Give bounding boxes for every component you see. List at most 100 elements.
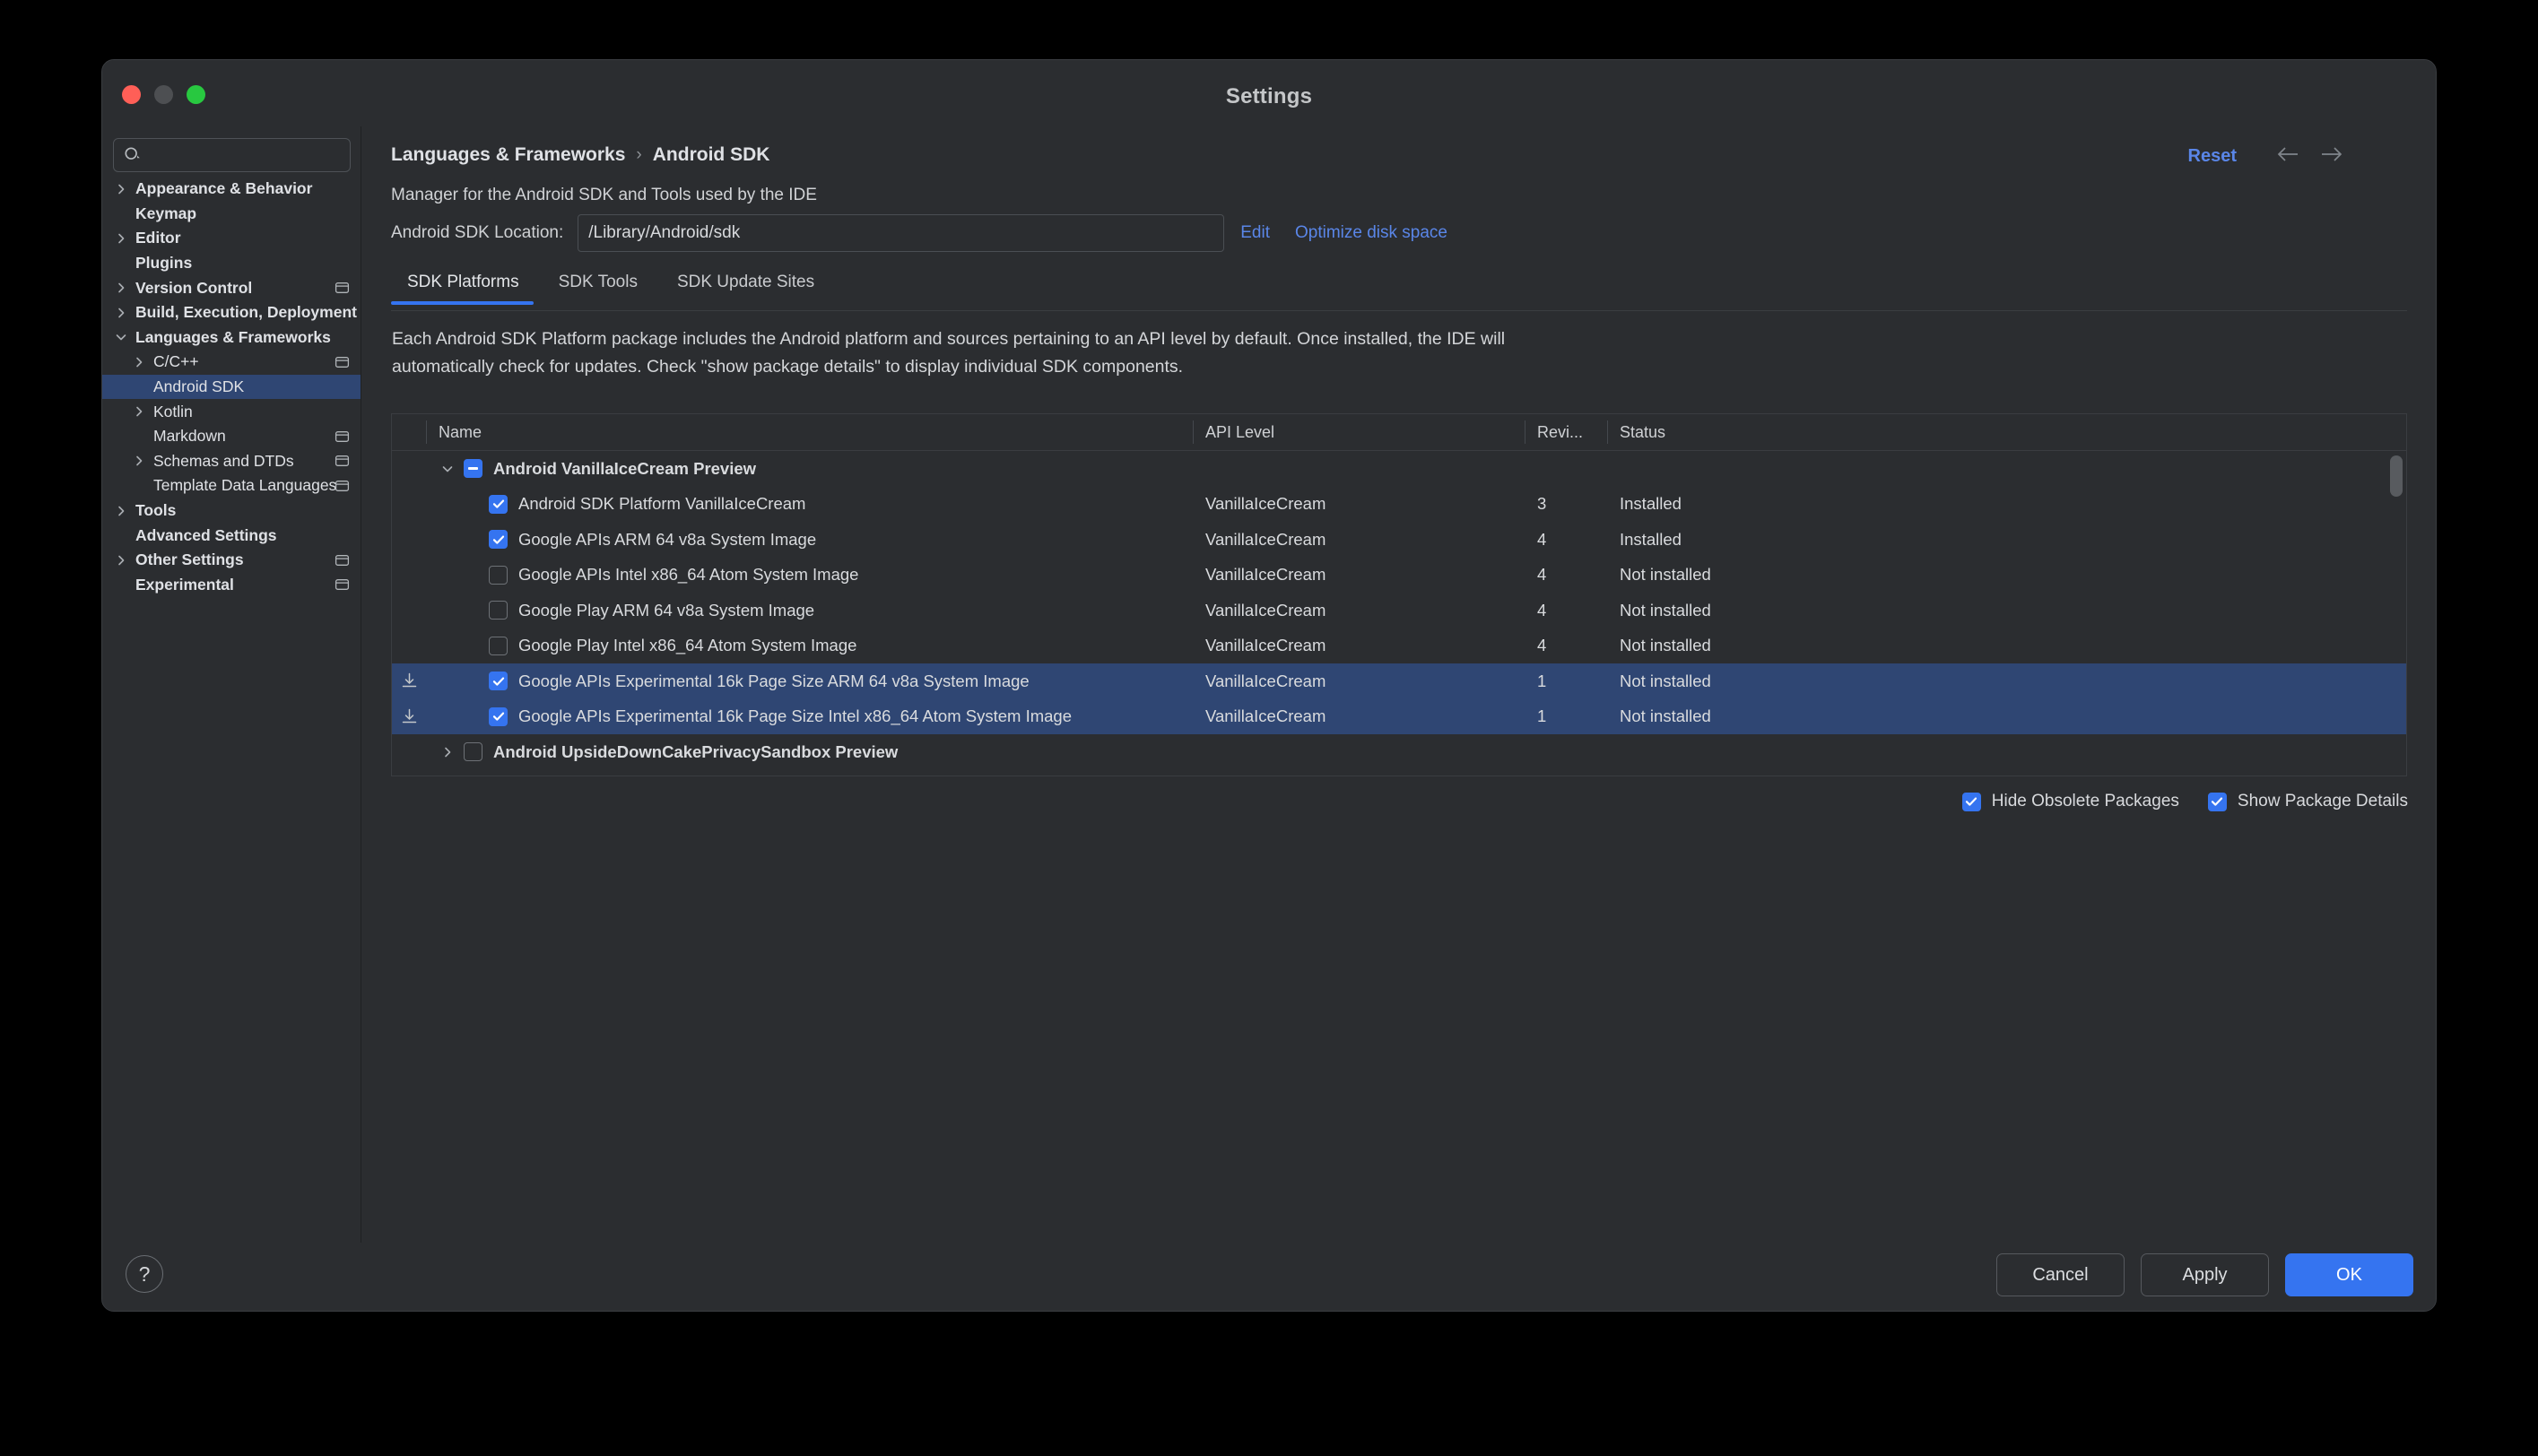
sidebar-item-label: Android SDK [153, 377, 245, 396]
table-row[interactable]: Android SDK Platform VanillaIceCream Vani… [392, 487, 2406, 523]
package-name: Android VanillaIceCream Preview [493, 458, 757, 478]
panel-window-icon [335, 281, 350, 296]
tab-sdk-tools[interactable]: SDK Tools [539, 273, 657, 304]
search-box[interactable] [113, 138, 351, 172]
row-checkbox[interactable] [489, 565, 508, 585]
row-icon-empty [392, 451, 426, 487]
option-label: Hide Obsolete Packages [1991, 792, 2179, 810]
sidebar-item-other-settings[interactable]: Other Settings [102, 548, 361, 573]
sidebar-item-plugins[interactable]: Plugins [102, 251, 361, 276]
sidebar-item-editor[interactable]: Editor [102, 226, 361, 251]
sidebar-item-template-data-languages[interactable]: Template Data Languages [102, 473, 361, 498]
table-vertical-scrollbar[interactable] [2390, 455, 2403, 497]
sidebar-item-keymap[interactable]: Keymap [102, 202, 361, 227]
breadcrumb-current: Android SDK [652, 144, 770, 165]
table-row[interactable]: Google APIs Experimental 16k Page Size I… [392, 698, 2406, 735]
sidebar-item-languages-frameworks[interactable]: Languages & Frameworks [102, 325, 361, 351]
tab-sdk-update-sites[interactable]: SDK Update Sites [657, 273, 834, 304]
help-button[interactable]: ? [126, 1255, 163, 1293]
table-row[interactable]: Google APIs Intel x86_64 Atom System Ima… [392, 558, 2406, 594]
row-checkbox[interactable] [489, 672, 508, 691]
cancel-button[interactable]: Cancel [1996, 1253, 2125, 1296]
chevron-down-icon[interactable] [113, 329, 129, 345]
sidebar-item-android-sdk[interactable]: Android SDK [102, 374, 361, 400]
cell-api-level [1193, 451, 1525, 487]
package-name: Google APIs ARM 64 v8a System Image [518, 529, 817, 549]
breadcrumb-parent[interactable]: Languages & Frameworks [391, 144, 625, 166]
reset-link[interactable]: Reset [2188, 146, 2237, 167]
row-checkbox[interactable] [489, 530, 508, 550]
option-show-package-details[interactable]: Show Package Details [2207, 792, 2408, 811]
edit-link[interactable]: Edit [1240, 223, 1270, 243]
cell-revision: 4 [1537, 600, 1547, 620]
sidebar-item-label: C/C++ [153, 352, 199, 371]
tab-sdk-platforms[interactable]: SDK Platforms [391, 273, 539, 305]
sidebar-item-schemas-and-dtds[interactable]: Schemas and DTDs [102, 449, 361, 474]
arrow-left-icon[interactable] [2276, 144, 2299, 169]
chevron-right-icon[interactable] [131, 354, 147, 370]
row-icon-empty [392, 593, 426, 628]
sdk-location-input[interactable] [578, 214, 1225, 252]
sidebar-item-kotlin[interactable]: Kotlin [102, 399, 361, 424]
cell-api-level: VanillaIceCream [1205, 529, 1326, 549]
column-icon[interactable] [392, 414, 426, 450]
sidebar-item-appearance-behavior[interactable]: Appearance & Behavior [102, 177, 361, 202]
chevron-down-icon[interactable] [439, 460, 456, 477]
row-checkbox[interactable] [489, 636, 508, 655]
cell-revision: 4 [1537, 636, 1547, 655]
optimize-disk-space-link[interactable]: Optimize disk space [1295, 223, 1447, 243]
search-input[interactable] [148, 139, 344, 171]
sidebar-item-version-control[interactable]: Version Control [102, 275, 361, 300]
panel-window-icon [335, 354, 350, 369]
sidebar-item-build-execution-deployment[interactable]: Build, Execution, Deployment [102, 300, 361, 325]
chevron-right-icon[interactable] [113, 280, 129, 296]
sidebar-item-label: Kotlin [153, 402, 193, 420]
sidebar-item-c-c[interactable]: C/C++ [102, 350, 361, 375]
row-checkbox[interactable] [464, 742, 482, 762]
table-row[interactable]: Google Play ARM 64 v8a System Image Vanil… [392, 593, 2406, 628]
no-arrow-spacer [113, 527, 129, 543]
apply-button[interactable]: Apply [2141, 1253, 2269, 1296]
table-row[interactable]: Google APIs ARM 64 v8a System Image Vanil… [392, 522, 2406, 558]
row-icon-empty [392, 522, 426, 558]
manager-description: Manager for the Android SDK and Tools us… [391, 186, 817, 204]
chevron-right-icon[interactable] [113, 552, 129, 568]
row-checkbox[interactable] [464, 459, 482, 479]
row-checkbox[interactable] [489, 494, 508, 514]
chevron-right-icon[interactable] [131, 453, 147, 469]
row-checkbox[interactable] [2207, 792, 2227, 811]
row-checkbox[interactable] [489, 706, 508, 726]
option-hide-obsolete-packages[interactable]: Hide Obsolete Packages [1961, 792, 2179, 811]
table-row[interactable]: Google APIs Experimental 16k Page Size A… [392, 663, 2406, 699]
chevron-right-icon[interactable] [131, 403, 147, 420]
download-icon[interactable] [392, 663, 426, 699]
cell-api-level [1193, 770, 1525, 776]
arrow-right-icon[interactable] [2320, 144, 2343, 169]
column-api-level[interactable]: API Level [1193, 414, 1525, 450]
download-icon[interactable] [392, 699, 426, 735]
sidebar-item-tools[interactable]: Tools [102, 498, 361, 524]
column-revision[interactable]: Revi... [1525, 414, 1607, 450]
cell-name: Google APIs Intel x86_64 Atom System Ima… [426, 558, 1193, 594]
chevron-right-icon[interactable] [113, 181, 129, 197]
column-name[interactable]: Name [426, 414, 1193, 450]
cell-status: Not installed [1620, 565, 1711, 585]
row-checkbox[interactable] [489, 601, 508, 620]
table-row[interactable]: Android 14.0 ("UpsideDownCake") [392, 770, 2406, 776]
table-row[interactable]: Android UpsideDownCakePrivacySandbox Pre… [392, 734, 2406, 770]
sdk-tabs: SDK Platforms SDK Tools SDK Update Sites [391, 273, 2407, 311]
sidebar-item-experimental[interactable]: Experimental [102, 573, 361, 598]
ok-button[interactable]: OK [2285, 1253, 2413, 1296]
table-row[interactable]: Android VanillaIceCream Preview [392, 451, 2406, 487]
row-checkbox[interactable] [1961, 792, 1981, 811]
chevron-right-icon[interactable] [113, 503, 129, 519]
chevron-right-icon[interactable] [439, 743, 456, 760]
table-row[interactable]: Google Play Intel x86_64 Atom System Ima… [392, 628, 2406, 664]
chevron-right-icon[interactable] [113, 305, 129, 321]
sidebar-item-markdown[interactable]: Markdown [102, 424, 361, 449]
no-arrow-spacer [131, 429, 147, 445]
option-label: Show Package Details [2237, 792, 2408, 810]
column-status[interactable]: Status [1607, 414, 1822, 450]
sidebar-item-advanced-settings[interactable]: Advanced Settings [102, 523, 361, 548]
chevron-right-icon[interactable] [113, 230, 129, 247]
